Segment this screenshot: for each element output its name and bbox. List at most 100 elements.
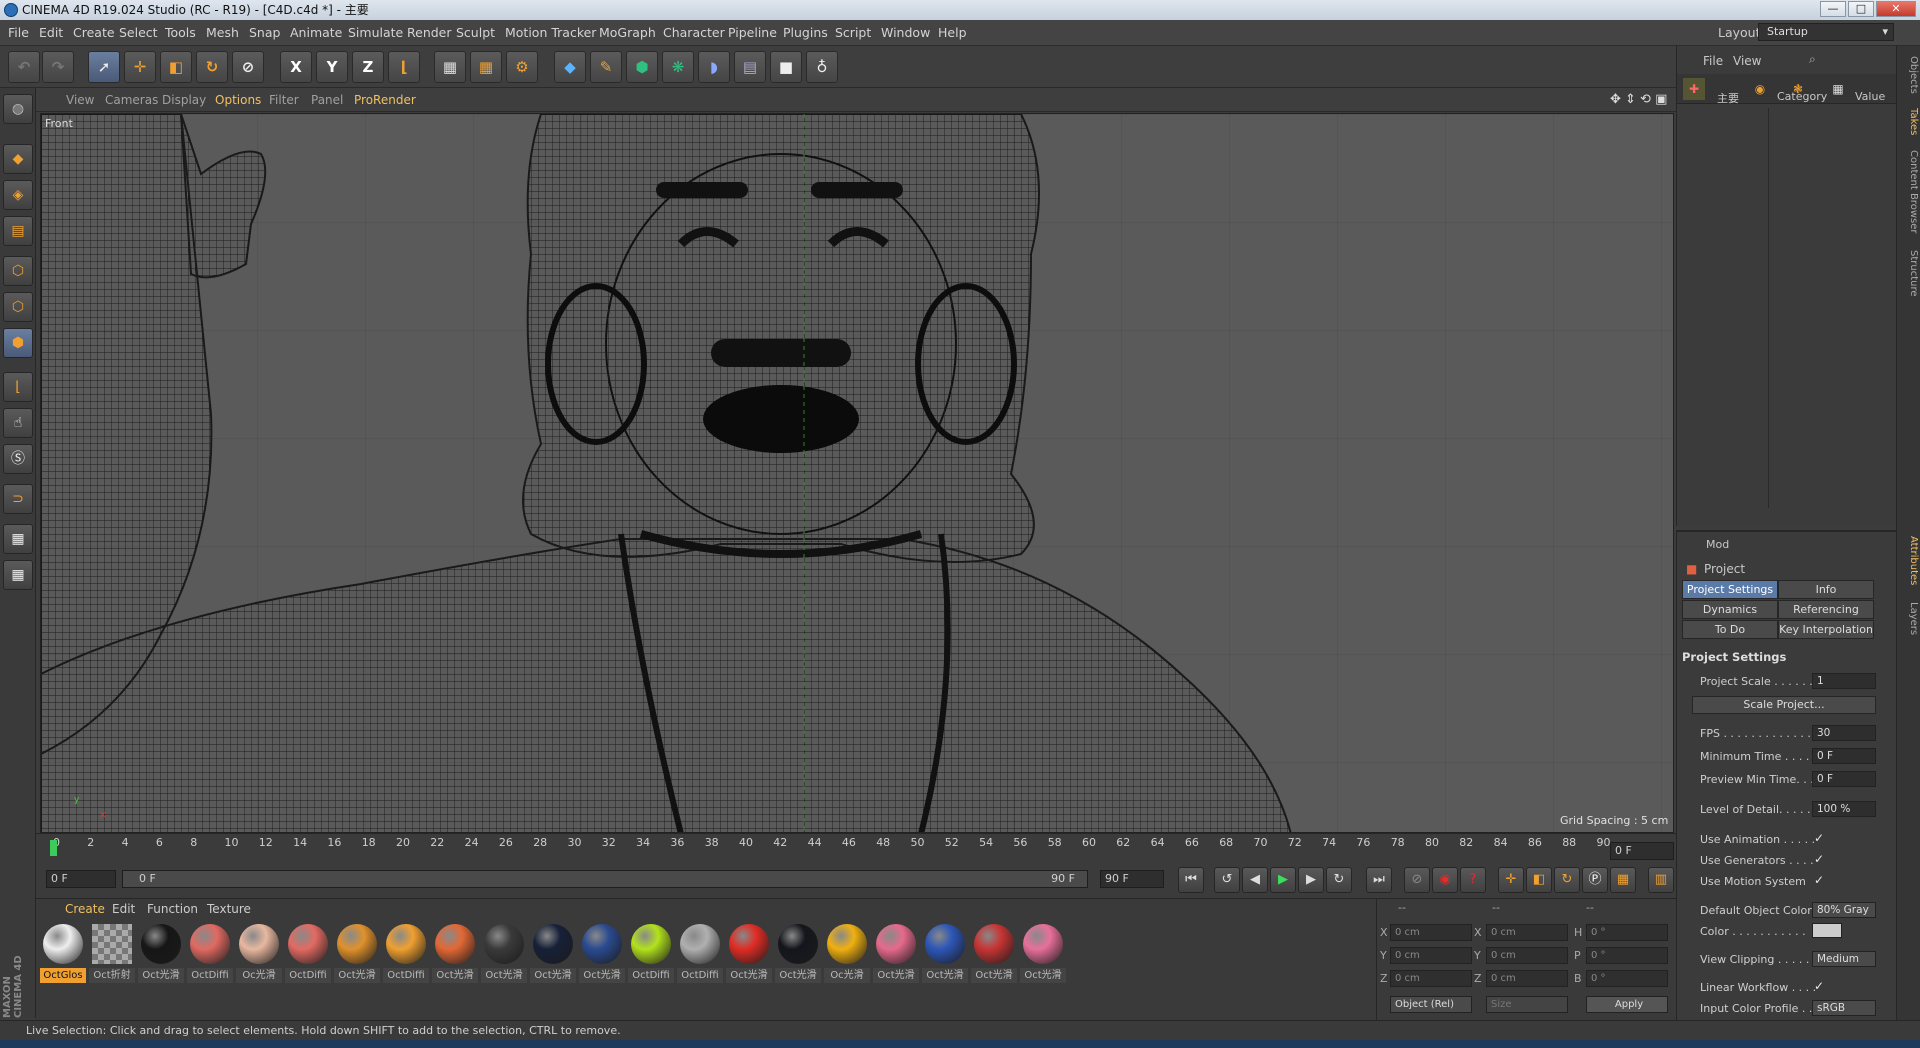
pos-y-field[interactable]: 0 cm <box>1390 947 1472 964</box>
menu-pipeline[interactable]: Pipeline <box>728 20 777 46</box>
model-mode-icon[interactable]: ◆ <box>3 144 33 174</box>
maximize-button[interactable]: □ <box>1848 1 1874 17</box>
menu-plugins[interactable]: Plugins <box>783 20 828 46</box>
tab-objects[interactable]: Objects <box>1899 56 1919 94</box>
autokeying-icon[interactable]: ◉ <box>1432 867 1458 893</box>
viewport-menu-cameras[interactable]: Cameras <box>105 88 158 112</box>
subdivision-surface-icon[interactable]: ⬢ <box>626 51 658 83</box>
edges-mode-icon[interactable]: ⬡ <box>3 292 33 322</box>
use-animation-checkbox[interactable]: ✓ <box>1814 831 1824 845</box>
menu-animate[interactable]: Animate <box>290 20 342 46</box>
scale-tool-icon[interactable]: ◧ <box>160 51 192 83</box>
z-axis-lock-button[interactable]: Z <box>352 51 384 83</box>
previous-key-icon[interactable]: ↺ <box>1214 867 1240 893</box>
viewport-front[interactable] <box>40 113 1674 833</box>
record-rotation-icon[interactable]: ↻ <box>1554 867 1580 893</box>
render-settings-icon[interactable]: ⚙ <box>506 51 538 83</box>
material-item[interactable]: Oct光滑 <box>138 922 184 984</box>
pen-spline-icon[interactable]: ✎ <box>590 51 622 83</box>
attributes-mode-menu[interactable]: Mod <box>1706 538 1729 551</box>
play-forward-icon[interactable]: ▶ <box>1270 867 1296 893</box>
material-item[interactable]: Oc光滑 <box>824 922 870 984</box>
material-item[interactable]: Oc光滑 <box>236 922 282 984</box>
rotate-tool-icon[interactable]: ↻ <box>196 51 228 83</box>
tab-dynamics[interactable]: Dynamics <box>1682 600 1778 619</box>
color-swatch[interactable] <box>1812 923 1842 938</box>
material-item[interactable]: Oct光滑 <box>971 922 1017 984</box>
objects-menu-view[interactable]: View <box>1733 54 1761 68</box>
x-axis-lock-button[interactable]: X <box>280 51 312 83</box>
go-to-end-icon[interactable]: ⏭ <box>1366 867 1392 893</box>
tab-key-interpolation[interactable]: Key Interpolation <box>1778 620 1874 639</box>
render-picture-viewer-icon[interactable]: ▦ <box>470 51 502 83</box>
input-color-profile-dropdown[interactable]: sRGB <box>1812 1000 1876 1016</box>
menu-select[interactable]: Select <box>119 20 158 46</box>
size-mode-dropdown[interactable]: Size <box>1486 996 1568 1013</box>
material-item[interactable]: OctGlos <box>40 922 86 984</box>
floor-scene-icon[interactable]: ▤ <box>734 51 766 83</box>
render-view-icon[interactable]: ▦ <box>434 51 466 83</box>
material-item[interactable]: OctDiffi <box>285 922 331 984</box>
start-frame-field[interactable]: 0 F <box>46 870 116 888</box>
preview-min-time-field[interactable]: 0 F <box>1812 771 1876 787</box>
material-item[interactable]: Oct光滑 <box>1020 922 1066 984</box>
tab-content-browser[interactable]: Content Browser <box>1899 150 1919 233</box>
tab-takes[interactable]: Takes <box>1899 108 1919 135</box>
camera-icon[interactable]: ■ <box>770 51 802 83</box>
take-main[interactable]: 主要 <box>1717 90 1739 106</box>
record-position-icon[interactable]: ✛ <box>1498 867 1524 893</box>
apply-button[interactable]: Apply <box>1586 996 1668 1013</box>
size-y-field[interactable]: 0 cm <box>1486 947 1568 964</box>
material-item[interactable]: OctDiffi <box>187 922 233 984</box>
coordinate-system-icon[interactable]: ⌊ <box>388 51 420 83</box>
material-item[interactable]: Oct光滑 <box>726 922 772 984</box>
solo-mode-icon[interactable]: Ⓢ <box>3 444 33 474</box>
menu-file[interactable]: File <box>8 20 29 46</box>
rot-p-field[interactable]: 0 ° <box>1586 947 1668 964</box>
deformer-icon[interactable]: ◗ <box>698 51 730 83</box>
material-item[interactable]: OctDiffi <box>628 922 674 984</box>
texture-mode-icon[interactable]: ◈ <box>3 180 33 210</box>
material-item[interactable]: OctDiffi <box>677 922 723 984</box>
new-take-icon[interactable]: ✚ <box>1683 78 1705 100</box>
live-selection-icon[interactable]: ➚ <box>88 51 120 83</box>
default-object-color-dropdown[interactable]: 80% Gray <box>1812 902 1876 918</box>
undo-icon[interactable]: ↶ <box>8 51 40 83</box>
material-menu-texture[interactable]: Texture <box>207 902 251 916</box>
minimum-time-field[interactable]: 0 F <box>1812 748 1876 764</box>
menu-sculpt[interactable]: Sculpt <box>456 20 495 46</box>
render-take-icon[interactable]: ▦ <box>1827 78 1849 100</box>
record-active-objects-icon[interactable]: ⊘ <box>1404 867 1430 893</box>
redo-icon[interactable]: ↷ <box>42 51 74 83</box>
layout-select[interactable]: Startup ▾ <box>1758 23 1894 41</box>
tab-project-settings[interactable]: Project Settings <box>1682 580 1778 599</box>
recent-tools-icon[interactable]: ⊘ <box>232 51 264 83</box>
preview-range-slider[interactable]: 0 F 90 F <box>122 870 1088 888</box>
next-frame-icon[interactable]: ▶ <box>1298 867 1324 893</box>
project-scale-field[interactable]: 1 <box>1812 673 1876 689</box>
material-item[interactable]: Oct光滑 <box>775 922 821 984</box>
rot-h-field[interactable]: 0 ° <box>1586 924 1668 941</box>
menu-mograph[interactable]: MoGraph <box>599 20 656 46</box>
fps-field[interactable]: 30 <box>1812 725 1876 741</box>
material-item[interactable]: Oct光滑 <box>530 922 576 984</box>
move-tool-icon[interactable]: ✛ <box>124 51 156 83</box>
points-mode-icon[interactable]: ⬡ <box>3 256 33 286</box>
use-generators-checkbox[interactable]: ✓ <box>1814 852 1824 866</box>
tab-info[interactable]: Info <box>1778 580 1874 599</box>
material-item[interactable]: Oct光滑 <box>481 922 527 984</box>
cloner-icon[interactable]: ❋ <box>662 51 694 83</box>
material-menu-edit[interactable]: Edit <box>112 902 135 916</box>
auto-take-icon[interactable]: ◉ <box>1749 78 1771 100</box>
light-icon[interactable]: ♁ <box>806 51 838 83</box>
workplane-lock-icon[interactable]: ▦ <box>3 524 33 554</box>
make-editable-icon[interactable]: ◍ <box>3 94 33 124</box>
viewport-menu-filter[interactable]: Filter <box>269 88 299 112</box>
go-to-start-icon[interactable]: ⏮ <box>1178 867 1204 893</box>
menu-help[interactable]: Help <box>938 20 967 46</box>
menu-motion-tracker[interactable]: Motion Tracker <box>505 20 596 46</box>
record-scale-icon[interactable]: ◧ <box>1526 867 1552 893</box>
end-frame-field[interactable]: 90 F <box>1100 870 1164 888</box>
linear-workflow-checkbox[interactable]: ✓ <box>1814 979 1824 993</box>
menu-mesh[interactable]: Mesh <box>206 20 239 46</box>
